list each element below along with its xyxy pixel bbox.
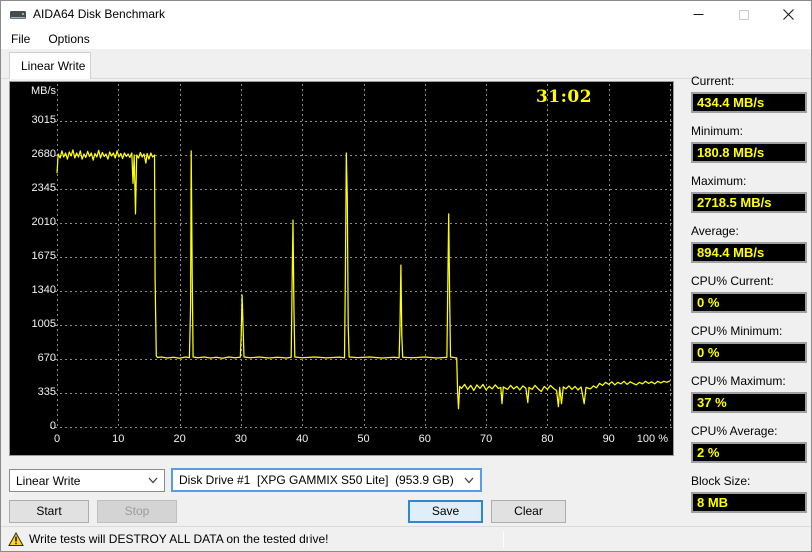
- status-divider: [308, 531, 309, 548]
- stat-label: CPU% Minimum:: [691, 324, 783, 338]
- y-axis-label: 1675: [31, 250, 56, 262]
- stat-value: 8 MB: [691, 492, 807, 513]
- x-axis-label: 10: [112, 433, 125, 445]
- stat-value: 2718.5 MB/s: [691, 192, 807, 213]
- chevron-down-icon: [464, 477, 474, 483]
- status-divider: [503, 531, 504, 548]
- minimize-button[interactable]: [676, 1, 721, 28]
- x-axis-label: 50: [357, 433, 370, 445]
- y-axis-label: 2010: [31, 216, 56, 228]
- stat-value: 2 %: [691, 442, 807, 463]
- stop-button: Stop: [97, 500, 177, 523]
- x-axis-label: 20: [173, 433, 186, 445]
- stat-label: Block Size:: [691, 474, 751, 488]
- x-axis-label: 40: [296, 433, 309, 445]
- start-button[interactable]: Start: [9, 500, 89, 523]
- y-axis-label: 0: [49, 420, 56, 432]
- stat-minimum: Minimum: 180.8 MB/s: [691, 124, 807, 163]
- stat-value: 0 %: [691, 292, 807, 313]
- minimize-icon: [693, 14, 704, 15]
- stat-label: CPU% Maximum:: [691, 374, 786, 388]
- maximize-button: [721, 1, 766, 28]
- clear-button[interactable]: Clear: [491, 500, 566, 523]
- stat-value: 434.4 MB/s: [691, 92, 807, 113]
- window-title: AIDA64 Disk Benchmark: [33, 7, 166, 21]
- x-axis-label: 90: [602, 433, 615, 445]
- y-axis-label: 2680: [31, 148, 56, 160]
- stat-value: 37 %: [691, 392, 807, 413]
- stat-label: Minimum:: [691, 124, 744, 138]
- maximize-icon: [738, 9, 749, 20]
- status-warning-text: Write tests will DESTROY ALL DATA on the…: [29, 532, 329, 546]
- close-button[interactable]: [766, 1, 811, 28]
- stat-block-size: Block Size: 8 MB: [691, 474, 807, 513]
- stat-label: CPU% Average:: [691, 424, 778, 438]
- menu-bar: File Options: [1, 28, 811, 49]
- save-button[interactable]: Save: [408, 500, 483, 523]
- stat-label: Maximum:: [691, 174, 747, 188]
- stat-label: CPU% Current:: [691, 274, 774, 288]
- y-axis-label: 335: [37, 386, 56, 398]
- app-icon: [10, 9, 26, 27]
- x-axis-label: 80: [541, 433, 554, 445]
- warning-icon: [8, 531, 24, 552]
- y-axis-label: 1005: [31, 318, 56, 330]
- title-bar: AIDA64 Disk Benchmark: [1, 1, 811, 28]
- stat-cpu-average: CPU% Average: 2 %: [691, 424, 807, 463]
- menu-file[interactable]: File: [3, 30, 38, 48]
- app-window: AIDA64 Disk Benchmark File Options Linea…: [0, 0, 812, 552]
- stats-panel: Current: 434.4 MB/s Minimum: 180.8 MB/s …: [691, 74, 807, 524]
- stat-maximum: Maximum: 2718.5 MB/s: [691, 174, 807, 213]
- x-axis-label: 60: [418, 433, 431, 445]
- chart-plot: [50, 84, 672, 428]
- y-axis-label: 670: [37, 352, 56, 364]
- test-type-select[interactable]: Linear Write: [9, 469, 165, 492]
- y-axis-label: 2345: [31, 182, 56, 194]
- tab-strip-divider: [1, 78, 811, 79]
- stat-value: 0 %: [691, 342, 807, 363]
- stat-value: 180.8 MB/s: [691, 142, 807, 163]
- stat-label: Current:: [691, 74, 735, 88]
- menu-options[interactable]: Options: [40, 30, 97, 48]
- x-axis-label: 30: [234, 433, 248, 445]
- elapsed-time: 31:02: [535, 87, 593, 107]
- stat-current: Current: 434.4 MB/s: [691, 74, 807, 113]
- benchmark-trace: [56, 149, 671, 410]
- status-bar: Write tests will DESTROY ALL DATA on the…: [1, 526, 811, 551]
- y-axis-label: 1340: [31, 284, 56, 296]
- x-axis-label: 100 %: [636, 433, 668, 445]
- drive-select[interactable]: Disk Drive #1 [XPG GAMMIX S50 Lite] (953…: [171, 468, 482, 492]
- stat-cpu-minimum: CPU% Minimum: 0 %: [691, 324, 807, 363]
- y-axis-label: 3015: [31, 114, 56, 126]
- x-axis-label: 70: [479, 433, 493, 445]
- stat-value: 894.4 MB/s: [691, 242, 807, 263]
- benchmark-chart: MB/s 31:02 3015 2680 2345 2010 1675 1340 1005 6…: [9, 81, 674, 456]
- y-axis-unit: MB/s: [30, 85, 56, 97]
- tab-linear-write[interactable]: Linear Write: [9, 52, 91, 79]
- stat-cpu-current: CPU% Current: 0 %: [691, 274, 807, 313]
- stat-cpu-maximum: CPU% Maximum: 37 %: [691, 374, 807, 413]
- stat-label: Average:: [691, 224, 739, 238]
- test-type-value: Linear Write: [16, 473, 81, 488]
- stat-average: Average: 894.4 MB/s: [691, 224, 807, 263]
- close-icon: [783, 9, 794, 20]
- drive-select-value: Disk Drive #1 [XPG GAMMIX S50 Lite] (953…: [179, 473, 454, 487]
- chevron-down-icon: [148, 477, 158, 484]
- x-axis-label: 0: [53, 433, 61, 445]
